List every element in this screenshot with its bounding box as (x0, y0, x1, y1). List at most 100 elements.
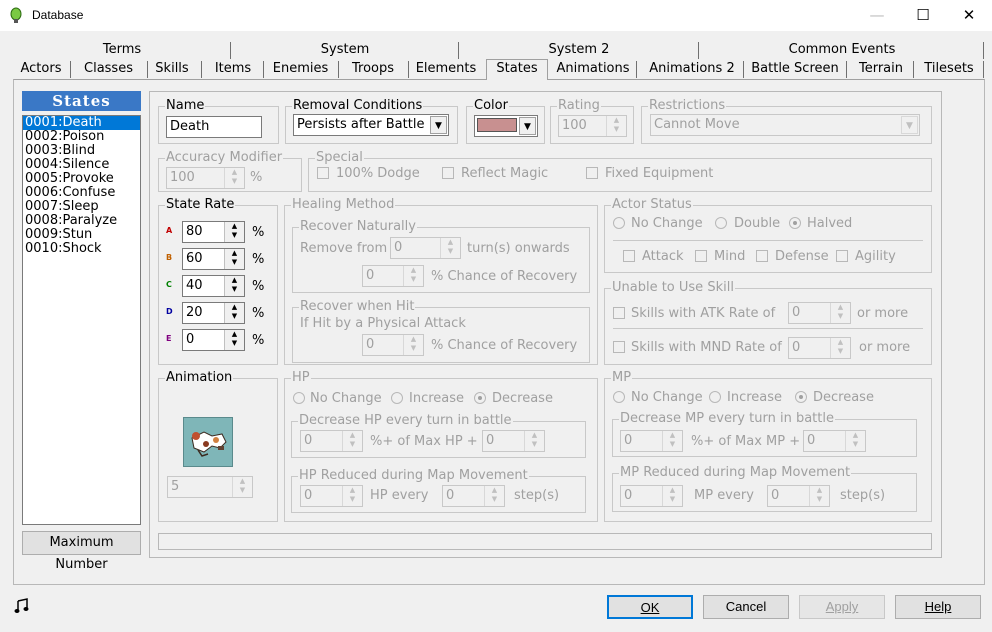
hit-chance-value: 0 (366, 337, 375, 352)
atk-rate-stepper[interactable]: 0 ▲ ▼ (788, 302, 851, 324)
hp-map-label: HP Reduced during Map Movement (298, 468, 529, 484)
rate-value: 80 (186, 224, 203, 239)
tab-states[interactable]: States (486, 59, 548, 80)
dodge-checkbox[interactable] (317, 167, 329, 179)
tab-skills[interactable]: Skills (149, 60, 195, 79)
animation-stepper[interactable]: 5 ▲ ▼ (167, 476, 253, 498)
spin-arrows-icon: ▲ ▼ (224, 249, 244, 269)
rating-label: Rating (557, 98, 601, 114)
list-item[interactable]: 0007:Sleep (23, 200, 140, 214)
accuracy-label: Accuracy Modifier (165, 150, 284, 166)
tab-tilesets[interactable]: Tilesets (918, 60, 980, 79)
tab-divider (458, 42, 459, 59)
tab-items[interactable]: Items (205, 60, 261, 79)
dodge-label: 100% Dodge (336, 166, 420, 181)
mind-checkbox[interactable] (695, 250, 707, 262)
restrictions-select[interactable]: Cannot Move ▼ (650, 114, 920, 136)
hp-battle-abs-stepper[interactable]: 0 ▲ ▼ (482, 430, 545, 452)
close-button[interactable]: ✕ (946, 0, 992, 31)
tab-elements[interactable]: Elements (410, 60, 482, 79)
tab-terms[interactable]: Terms (14, 41, 230, 60)
ok-button[interactable]: OK (607, 595, 693, 619)
agility-checkbox[interactable] (836, 250, 848, 262)
tab-animations-2[interactable]: Animations 2 (644, 60, 740, 79)
list-item[interactable]: 0001:Death (23, 116, 140, 130)
mp-map-amount-stepper[interactable]: 0 ▲ ▼ (620, 485, 683, 507)
mp-battle-abs-stepper[interactable]: 0 ▲ ▼ (803, 430, 866, 452)
mp-radio-no-change[interactable] (613, 391, 625, 403)
spin-arrows-icon: ▲ ▼ (224, 222, 244, 242)
tab-terrain[interactable]: Terrain (852, 60, 910, 79)
list-item[interactable]: 0002:Poison (23, 130, 140, 144)
rate-stepper[interactable]: 80 ▲ ▼ (182, 221, 245, 243)
removal-label: Removal Conditions (292, 98, 424, 114)
cancel-button[interactable]: Cancel (703, 595, 789, 619)
states-list[interactable]: 0001:Death 0002:Poison 0003:Blind 0004:S… (22, 115, 141, 525)
mp-map-steps-stepper[interactable]: 0 ▲ ▼ (767, 485, 830, 507)
list-item[interactable]: 0005:Provoke (23, 172, 140, 186)
rate-stepper[interactable]: 20 ▲ ▼ (182, 302, 245, 324)
recover-hit-label: Recover when Hit (299, 299, 416, 315)
spin-arrows-icon: ▲ ▼ (232, 477, 252, 497)
rate-stepper[interactable]: 60 ▲ ▼ (182, 248, 245, 270)
minimize-button[interactable]: — (854, 0, 900, 31)
list-item[interactable]: 0008:Paralyze (23, 214, 140, 228)
atk-rate-checkbox[interactable] (613, 307, 625, 319)
radio-no-change[interactable] (613, 217, 625, 229)
window-title: Database (32, 8, 84, 22)
mp-radio-increase[interactable] (709, 391, 721, 403)
removal-select[interactable]: Persists after Battle ▼ (293, 114, 449, 136)
unable-skill-label: Unable to Use Skill (611, 280, 735, 296)
name-input[interactable]: Death (166, 116, 262, 138)
fixed-equipment-checkbox[interactable] (586, 167, 598, 179)
mnd-rate-checkbox[interactable] (613, 341, 625, 353)
apply-button[interactable]: Apply (799, 595, 885, 619)
radio-halved[interactable] (789, 217, 801, 229)
rating-stepper[interactable]: 100 ▲ ▼ (558, 115, 627, 137)
tab-divider (913, 61, 914, 78)
reflect-checkbox[interactable] (442, 167, 454, 179)
hp-radio-increase[interactable] (391, 392, 403, 404)
list-item[interactable]: 0006:Confuse (23, 186, 140, 200)
list-item[interactable]: 0003:Blind (23, 144, 140, 158)
mp-battle-pct-stepper[interactable]: 0 ▲ ▼ (620, 430, 683, 452)
recover-turns-stepper[interactable]: 0 ▲ ▼ (390, 237, 461, 259)
hp-radio-no-change[interactable] (293, 392, 305, 404)
accuracy-stepper[interactable]: 100 ▲ ▼ (166, 167, 245, 189)
hp-map-amount-stepper[interactable]: 0 ▲ ▼ (300, 485, 363, 507)
hp-map-steps-stepper[interactable]: 0 ▲ ▼ (442, 485, 505, 507)
tab-enemies[interactable]: Enemies (265, 60, 336, 79)
tab-system-2[interactable]: System 2 (460, 41, 698, 60)
defense-checkbox[interactable] (756, 250, 768, 262)
radio-double[interactable] (715, 217, 727, 229)
recover-chance-stepper[interactable]: 0 ▲ ▼ (362, 265, 424, 287)
list-item[interactable]: 0010:Shock (23, 242, 140, 256)
tab-actors[interactable]: Actors (14, 60, 68, 79)
maximum-number-button[interactable]: Maximum Number (22, 531, 141, 572)
maximize-button[interactable]: ☐ (900, 0, 946, 31)
mp-radio-decrease[interactable] (795, 391, 807, 403)
tab-troops[interactable]: Troops (340, 60, 406, 79)
help-button[interactable]: Help (895, 595, 981, 619)
tab-classes[interactable]: Classes (72, 60, 145, 79)
mp-decrease-label: Decrease (813, 390, 874, 405)
spin-arrows-icon: ▲ ▼ (484, 486, 504, 506)
mnd-rate-stepper[interactable]: 0 ▲ ▼ (788, 337, 851, 359)
tab-animations[interactable]: Animations (552, 60, 634, 79)
list-item[interactable]: 0004:Silence (23, 158, 140, 172)
list-item[interactable]: 0009:Stun (23, 228, 140, 242)
rate-stepper[interactable]: 0 ▲ ▼ (182, 329, 245, 351)
hit-chance-stepper[interactable]: 0 ▲ ▼ (362, 334, 424, 356)
color-select[interactable]: ▼ (474, 115, 538, 137)
attack-checkbox[interactable] (623, 250, 635, 262)
rate-stepper[interactable]: 40 ▲ ▼ (182, 275, 245, 297)
music-note-icon[interactable] (14, 598, 30, 614)
tab-system[interactable]: System (232, 41, 458, 60)
tab-divider (698, 42, 699, 59)
agility-label: Agility (855, 249, 896, 264)
animation-preview[interactable] (183, 417, 233, 467)
hp-radio-decrease[interactable] (474, 392, 486, 404)
hp-battle-pct-stepper[interactable]: 0 ▲ ▼ (300, 430, 363, 452)
tab-battle-screen[interactable]: Battle Screen (748, 60, 842, 79)
tab-common-events[interactable]: Common Events (700, 41, 984, 60)
